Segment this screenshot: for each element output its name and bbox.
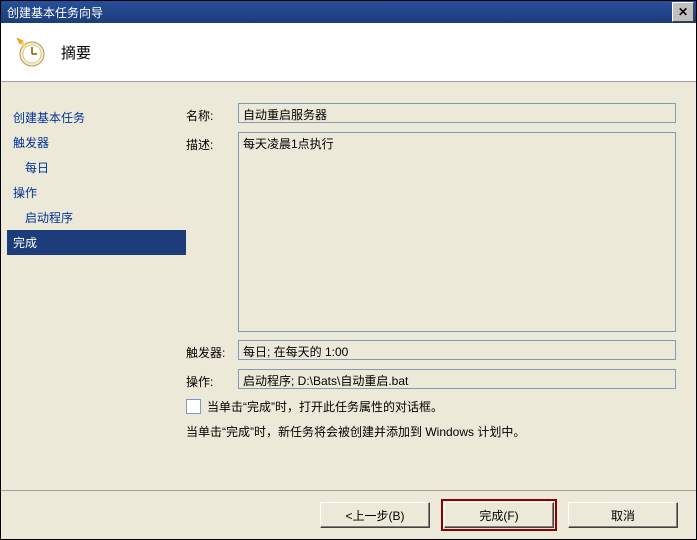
trigger-label: 触发器: [186,340,238,361]
close-button[interactable]: ✕ [672,2,694,22]
trigger-field: 每日; 在每天的 1:00 [238,340,676,360]
action-label: 操作: [186,369,238,390]
wizard-window: 创建基本任务向导 ✕ 摘要 创建基本任务 触发器 每日 操作 启动程序 完成 [0,0,697,540]
sidebar-item-trigger[interactable]: 触发器 [7,130,186,155]
name-field: 自动重启服务器 [238,103,676,123]
back-button[interactable]: <上一步(B) [320,502,430,528]
sidebar-item-start-program[interactable]: 启动程序 [7,205,186,230]
action-field: 启动程序; D:\Bats\自动重启.bat [238,369,676,389]
name-label: 名称: [186,103,238,124]
completion-info: 当单击“完成”时，新任务将会被创建并添加到 Windows 计划中。 [186,423,676,440]
wizard-footer: <上一步(B) 完成(F) 取消 [1,490,696,539]
sidebar-item-action[interactable]: 操作 [7,180,186,205]
open-properties-checkbox[interactable] [186,399,201,414]
wizard-body: 创建基本任务 触发器 每日 操作 启动程序 完成 名称: 自动重启服务器 描述:… [1,81,696,491]
sidebar-item-create-task[interactable]: 创建基本任务 [7,105,186,130]
wizard-header: 摘要 [1,23,696,82]
page-title: 摘要 [61,42,91,63]
open-properties-row: 当单击“完成”时，打开此任务属性的对话框。 [186,398,676,415]
sidebar-item-daily[interactable]: 每日 [7,155,186,180]
summary-icon [15,36,47,68]
description-field: 每天凌晨1点执行 [238,132,676,332]
finish-button[interactable]: 完成(F) [444,502,554,528]
title-bar: 创建基本任务向导 ✕ [1,1,696,23]
cancel-button[interactable]: 取消 [568,502,678,528]
close-icon: ✕ [678,6,688,18]
window-title: 创建基本任务向导 [7,4,103,21]
description-label: 描述: [186,132,238,332]
sidebar-item-finish[interactable]: 完成 [7,230,186,255]
summary-content: 名称: 自动重启服务器 描述: 每天凌晨1点执行 触发器: 每日; 在每天的 1… [186,81,696,491]
wizard-sidebar: 创建基本任务 触发器 每日 操作 启动程序 完成 [1,81,186,491]
open-properties-label: 当单击“完成”时，打开此任务属性的对话框。 [207,398,443,415]
